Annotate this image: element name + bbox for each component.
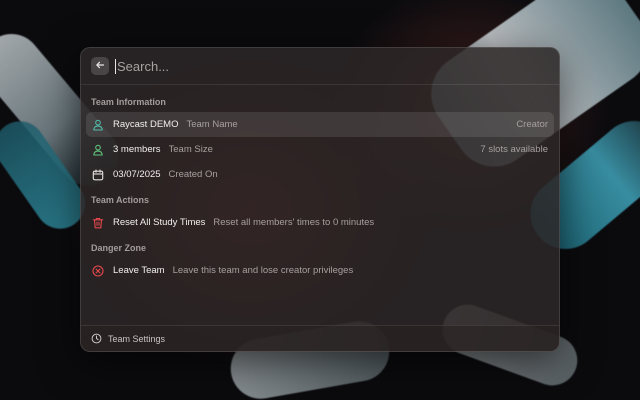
trash-icon xyxy=(91,216,105,230)
list-item-team-name[interactable]: Raycast DEMO Team Name Creator xyxy=(86,112,554,137)
search-input[interactable] xyxy=(115,58,549,74)
section-title-danger-zone: Danger Zone xyxy=(91,243,147,253)
list-item-subtitle: Team Size xyxy=(168,144,213,155)
list-item-title: Leave Team xyxy=(113,265,165,276)
calendar-icon xyxy=(91,168,105,182)
list-item-created-on[interactable]: 03/07/2025 Created On xyxy=(86,162,554,187)
list-item-subtitle: Reset all members' times to 0 minutes xyxy=(213,217,375,228)
list-item-reset-study-times[interactable]: Reset All Study Times Reset all members'… xyxy=(86,210,554,235)
back-button[interactable] xyxy=(91,57,109,75)
clock-icon xyxy=(90,333,102,345)
list-item-title: 3 members xyxy=(113,144,161,155)
list-item-subtitle: Team Name xyxy=(186,119,238,130)
raycast-window: Team Information Raycast DEMO Team Name … xyxy=(80,47,560,352)
list-item-leave-team[interactable]: Leave Team Leave this team and lose crea… xyxy=(86,258,554,283)
list-item-title: 03/07/2025 xyxy=(113,169,161,180)
list-item-subtitle: Leave this team and lose creator privile… xyxy=(172,265,354,276)
section-title-team-actions: Team Actions xyxy=(91,195,150,205)
x-circle-icon xyxy=(91,264,105,278)
list-item-title: Raycast DEMO xyxy=(113,119,179,130)
arrow-left-icon xyxy=(95,57,105,75)
list-item-title: Reset All Study Times xyxy=(113,217,206,228)
action-bar: Team Settings xyxy=(81,325,559,351)
section-title-team-information: Team Information xyxy=(91,97,166,107)
list-item-accessory: 7 slots available xyxy=(480,144,548,155)
footer-title: Team Settings xyxy=(108,333,166,344)
person-icon xyxy=(91,118,105,132)
list-content: Team Information Raycast DEMO Team Name … xyxy=(81,85,559,283)
list-item-team-size[interactable]: 3 members Team Size 7 slots available xyxy=(86,137,554,162)
list-item-subtitle: Created On xyxy=(168,169,218,180)
list-item-accessory: Creator xyxy=(516,119,548,130)
person-icon xyxy=(91,143,105,157)
search-bar xyxy=(81,48,559,85)
